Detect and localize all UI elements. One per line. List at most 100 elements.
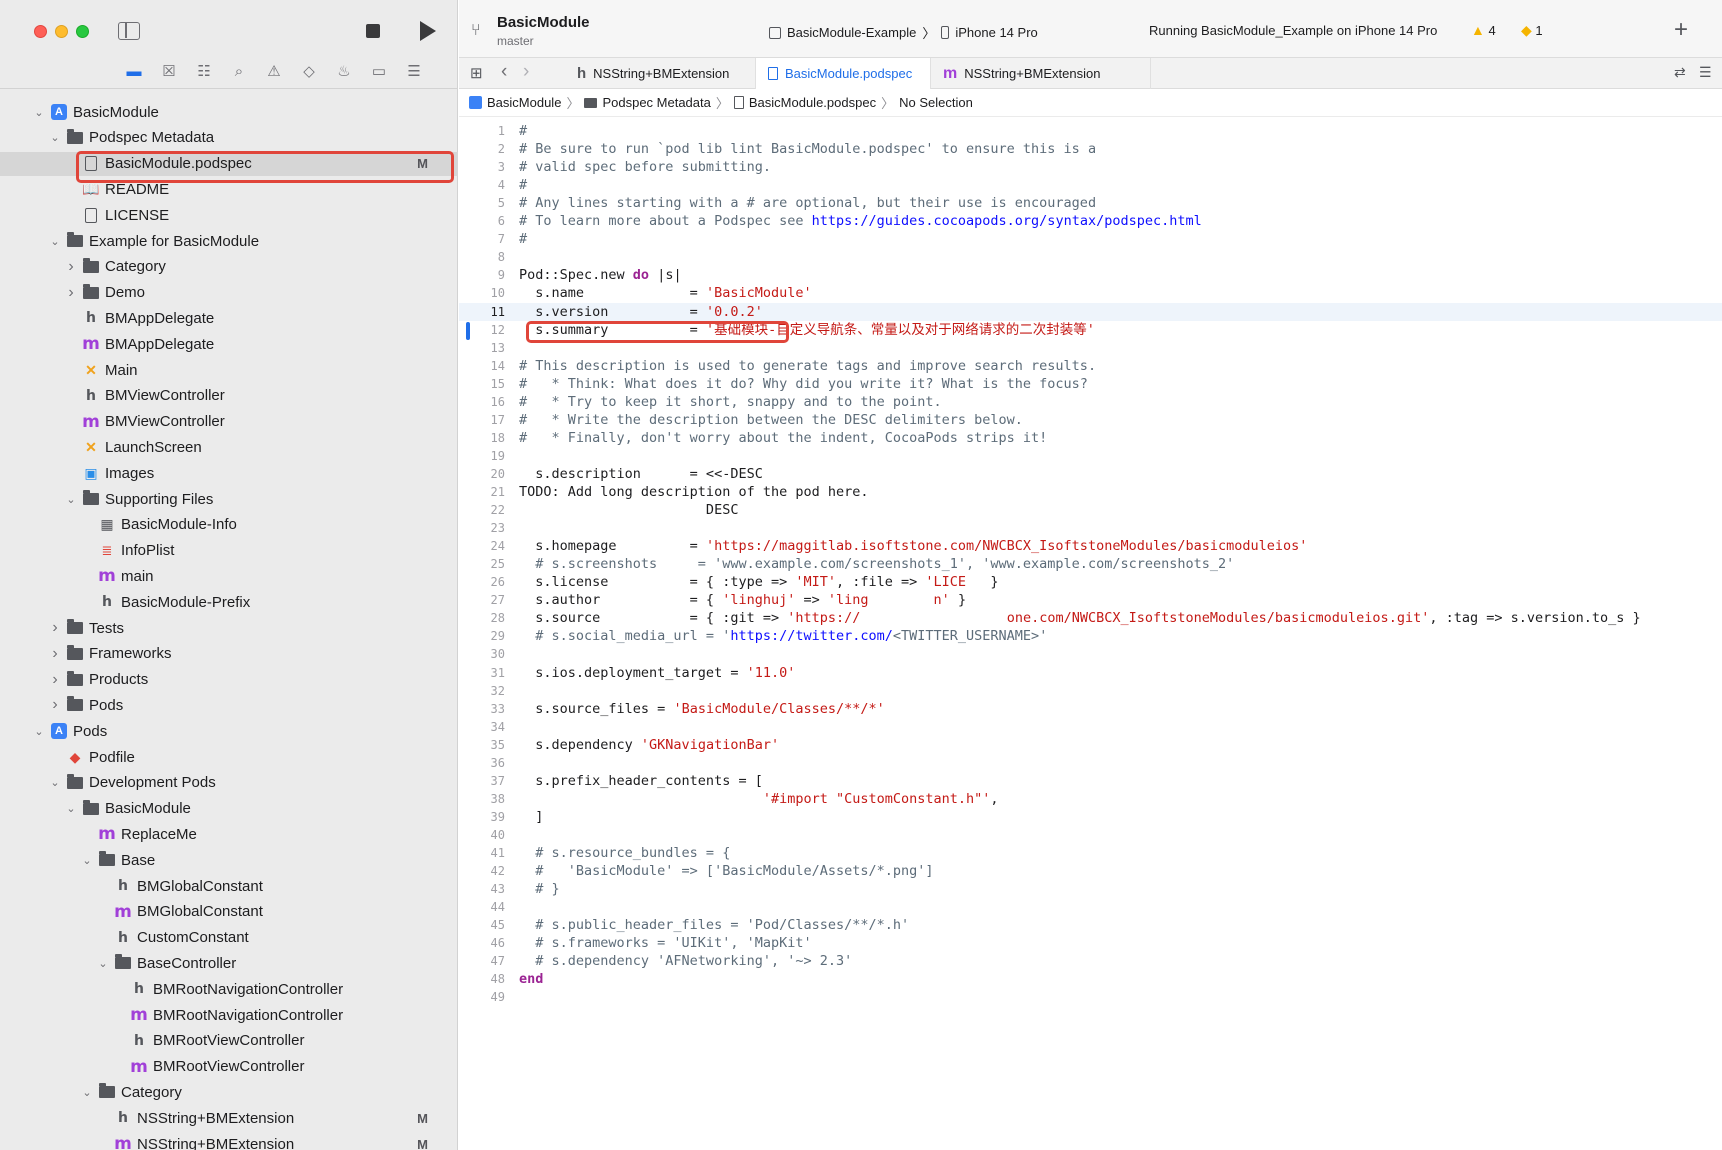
tree-row[interactable]: ⌄ A BasicModule (0, 100, 458, 124)
tree-row[interactable]: m BMRootNavigationController (0, 1003, 458, 1027)
chevron-down-icon[interactable]: ⌄ (32, 106, 46, 119)
tree-row[interactable]: h BMAppDelegate (0, 306, 458, 330)
tree-row[interactable]: ⌄ A Pods (0, 719, 458, 743)
tree-row[interactable]: › Frameworks (0, 642, 458, 666)
code-line[interactable]: 21 TODO: Add long description of the pod … (459, 483, 1722, 501)
code-line[interactable]: 39 ] (459, 808, 1722, 826)
code-line[interactable]: 11 s.version = '0.0.2' (459, 302, 1722, 321)
code-line[interactable]: 33 s.source_files = 'BasicModule/Classes… (459, 700, 1722, 718)
code-line[interactable]: 10 s.name = 'BasicModule' (459, 284, 1722, 302)
tree-row[interactable]: 📖 README (0, 177, 458, 201)
code-line[interactable]: 49 (459, 988, 1722, 1006)
editor-options-icon[interactable]: ☰ (1699, 64, 1712, 81)
chevron-right-icon[interactable]: › (48, 619, 62, 637)
code-line[interactable]: 15 # * Think: What does it do? Why did yo… (459, 375, 1722, 393)
code-line[interactable]: 45 # s.public_header_files = 'Pod/Classe… (459, 916, 1722, 934)
tree-row[interactable]: ⌄ Category (0, 1080, 458, 1104)
chevron-down-icon[interactable]: ⌄ (96, 957, 110, 970)
code-line[interactable]: 9 Pod::Spec.new do |s| (459, 266, 1722, 284)
tree-row[interactable]: h BasicModule-Prefix (0, 590, 458, 614)
report-icon[interactable]: ☰ (402, 60, 426, 82)
code-line[interactable]: 32 (459, 682, 1722, 700)
code-line[interactable]: 38 '#import "CustomConstant.h"', (459, 790, 1722, 808)
scheme-selector[interactable]: BasicModule-Example 〉 iPhone 14 Pro (769, 23, 1038, 42)
tree-row[interactable]: h CustomConstant (0, 926, 458, 950)
tree-row[interactable]: ▣ Images (0, 461, 458, 485)
tree-row[interactable]: ⌄ Base (0, 848, 458, 872)
tree-row[interactable]: m BMGlobalConstant (0, 900, 458, 924)
minimize-window-button[interactable] (55, 25, 68, 38)
code-line[interactable]: 2 # Be sure to run `pod lib lint BasicMod… (459, 140, 1722, 158)
code-line[interactable]: 40 (459, 826, 1722, 844)
back-button[interactable]: ‹ (501, 61, 507, 83)
code-line[interactable]: 13 (459, 339, 1722, 357)
tree-row[interactable]: m main (0, 564, 458, 588)
code-line[interactable]: 17 # * Write the description between the … (459, 411, 1722, 429)
chevron-down-icon[interactable]: ⌄ (48, 776, 62, 789)
chevron-down-icon[interactable]: ⌄ (64, 802, 78, 815)
code-line[interactable]: 42 # 'BasicModule' => ['BasicModule/Asse… (459, 862, 1722, 880)
tree-row[interactable]: BasicModule.podspec M (0, 151, 458, 176)
find-icon[interactable]: ⌕ (227, 60, 251, 82)
forward-button[interactable]: › (523, 61, 529, 83)
chevron-right-icon[interactable]: › (48, 696, 62, 714)
warnings-badge[interactable]: ▲ 4 (1471, 22, 1496, 38)
chevron-down-icon[interactable]: ⌄ (48, 235, 62, 248)
code-line[interactable]: 7 # (459, 230, 1722, 248)
zoom-window-button[interactable] (76, 25, 89, 38)
tree-row[interactable]: › Products (0, 668, 458, 692)
tree-row[interactable]: ✕ Main (0, 358, 458, 382)
tree-row[interactable]: m ReplaceMe (0, 822, 458, 846)
issues-badge[interactable]: ◆ 1 (1521, 22, 1543, 39)
tree-row[interactable]: m BMAppDelegate (0, 332, 458, 356)
sidebar-toggle-icon[interactable] (118, 22, 140, 40)
run-button[interactable] (420, 21, 436, 41)
jumpbar-item[interactable]: BasicModule (487, 95, 561, 110)
chevron-down-icon[interactable]: ⌄ (64, 493, 78, 506)
code-line[interactable]: 24 s.homepage = 'https://maggitlab.isoft… (459, 537, 1722, 555)
stop-button[interactable] (366, 24, 380, 38)
add-button[interactable]: + (1674, 16, 1688, 44)
tree-row[interactable]: ✕ LaunchScreen (0, 435, 458, 459)
code-line[interactable]: 14 # This description is used to generate… (459, 357, 1722, 375)
jumpbar-item[interactable]: BasicModule.podspec (749, 95, 876, 110)
split-editor-icon[interactable]: ⇄ (1674, 64, 1686, 81)
tree-row[interactable]: h BMGlobalConstant (0, 874, 458, 898)
code-line[interactable]: 6 # To learn more about a Podspec see htt… (459, 212, 1722, 230)
code-line[interactable]: 5 # Any lines starting with a # are optio… (459, 194, 1722, 212)
tree-row[interactable]: ⌄ Example for BasicModule (0, 229, 458, 253)
chevron-down-icon[interactable]: ⌄ (48, 131, 62, 144)
code-line[interactable]: 47 # s.dependency 'AFNetworking', '~> 2.… (459, 952, 1722, 970)
debug-icon[interactable]: ♨ (332, 60, 356, 82)
tree-row[interactable]: › Demo (0, 281, 458, 305)
symbol-icon[interactable]: ☷ (192, 60, 216, 82)
chevron-down-icon[interactable]: ⌄ (80, 1086, 94, 1099)
code-line[interactable]: 25 # s.screenshots = 'www.example.com/sc… (459, 555, 1722, 573)
code-line[interactable]: 18 # * Finally, don't worry about the ind… (459, 429, 1722, 447)
code-line[interactable]: 29 # s.social_media_url = 'https://twitt… (459, 627, 1722, 645)
code-line[interactable]: 28 s.source = { :git => 'https:// one.co… (459, 609, 1722, 627)
project-title[interactable]: BasicModule (497, 14, 590, 31)
tree-row[interactable]: h BMViewController (0, 384, 458, 408)
source-control-icon[interactable]: ☒ (157, 60, 181, 82)
tree-row[interactable]: ≣ InfoPlist (0, 539, 458, 563)
tree-row[interactable]: › Pods (0, 693, 458, 717)
code-line[interactable]: 43 # } (459, 880, 1722, 898)
code-line[interactable]: 34 (459, 718, 1722, 736)
tree-row[interactable]: m BMViewController (0, 410, 458, 434)
chevron-right-icon[interactable]: › (48, 645, 62, 663)
breakpoint-icon[interactable]: ▭ (367, 60, 391, 82)
tab-nsstring-h[interactable]: h NSString+BMExtension (565, 58, 755, 89)
tree-row[interactable]: m BMRootViewController (0, 1055, 458, 1079)
tree-row[interactable]: ⌄ BasicModule (0, 797, 458, 821)
jumpbar-item[interactable]: Podspec Metadata (602, 95, 710, 110)
tree-row[interactable]: m NSString+BMExtension M (0, 1132, 458, 1150)
code-line[interactable]: 22 DESC (459, 501, 1722, 519)
tree-row[interactable]: › Category (0, 255, 458, 279)
code-line[interactable]: 44 (459, 898, 1722, 916)
code-line[interactable]: 1 # (459, 122, 1722, 140)
scheme-name[interactable]: BasicModule-Example (787, 25, 916, 40)
code-line[interactable]: 35 s.dependency 'GKNavigationBar' (459, 736, 1722, 754)
chevron-right-icon[interactable]: › (48, 671, 62, 689)
chevron-down-icon[interactable]: ⌄ (80, 854, 94, 867)
